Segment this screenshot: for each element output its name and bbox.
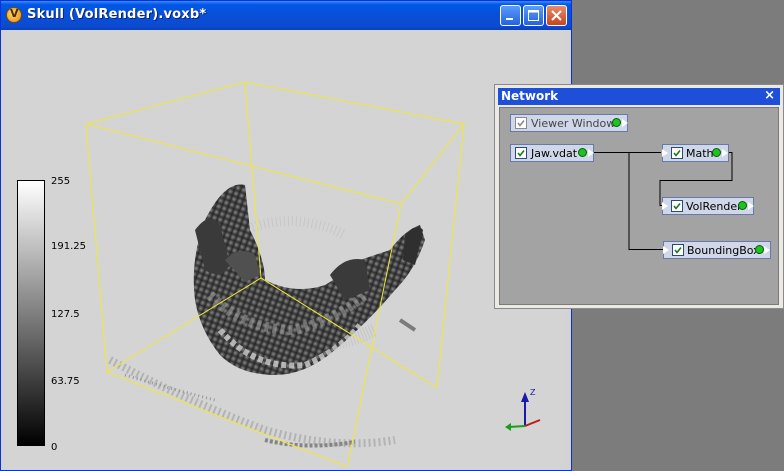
output-port-icon[interactable] <box>738 201 747 210</box>
maximize-icon <box>528 10 539 21</box>
node-checkbox[interactable] <box>671 147 683 159</box>
node-label: Math <box>686 147 714 160</box>
checkmark-icon <box>673 150 681 157</box>
node-viewer-window[interactable]: Viewer Window <box>510 114 628 132</box>
output-port-icon[interactable] <box>712 148 721 157</box>
node-volrender[interactable]: VolRender <box>661 197 754 215</box>
node-label: VolRender <box>686 200 742 213</box>
node-label: BoundingBox <box>687 244 760 257</box>
input-port-icon[interactable] <box>661 201 668 211</box>
volume-render: Z <box>85 81 541 468</box>
node-boundingbox[interactable]: BoundingBox <box>662 241 771 259</box>
colorbar-label-max: 255 <box>51 176 71 187</box>
colorbar-label-min: 0 <box>51 442 58 453</box>
node-checkbox[interactable] <box>672 244 684 256</box>
node-jaw-vdat[interactable]: Jaw.vdat <box>510 144 594 162</box>
network-title: Network <box>501 89 559 103</box>
output-port-icon[interactable] <box>755 245 764 254</box>
axis-triad <box>505 392 541 431</box>
node-math[interactable]: Math <box>661 144 729 162</box>
colorbar <box>17 180 45 446</box>
network-panel: Network × Viewer Window Jaw.vdat Math Vo… <box>494 84 784 309</box>
colorbar-label-q1: 63.75 <box>51 376 80 387</box>
minimize-icon <box>506 18 513 20</box>
window-title: Skull (VolRender).voxb* <box>27 7 207 22</box>
node-checkbox[interactable] <box>515 117 527 129</box>
render-viewport[interactable]: Z 255 191.25 127.5 63.75 0 <box>5 30 567 468</box>
close-button[interactable] <box>546 5 567 26</box>
z-axis-label: Z <box>530 388 536 397</box>
app-icon[interactable] <box>6 7 22 23</box>
node-checkbox[interactable] <box>671 200 683 212</box>
input-port-icon[interactable] <box>662 245 669 255</box>
minimize-button[interactable] <box>500 5 521 26</box>
output-port-icon[interactable] <box>578 148 587 157</box>
title-bar[interactable]: Skull (VolRender).voxb* <box>1 1 571 30</box>
node-label: Viewer Window <box>531 117 616 130</box>
network-title-bar[interactable]: Network × <box>498 88 780 105</box>
colorbar-label-q3: 191.25 <box>51 241 86 252</box>
checkmark-icon <box>517 150 525 157</box>
port-arrow-icon <box>763 245 770 255</box>
close-icon <box>551 10 562 21</box>
port-arrow-icon <box>587 148 594 158</box>
input-port-icon[interactable] <box>661 148 668 158</box>
port-arrow-icon <box>747 201 754 211</box>
checkmark-icon <box>673 203 681 210</box>
checkmark-icon <box>674 247 682 254</box>
network-canvas[interactable]: Viewer Window Jaw.vdat Math VolRender Bo… <box>499 107 779 305</box>
viewer-window: Skull (VolRender).voxb* <box>0 0 572 471</box>
port-arrow-icon <box>621 118 628 128</box>
output-port-icon[interactable] <box>612 118 621 127</box>
checkmark-icon <box>517 120 525 127</box>
port-arrow-icon <box>721 148 728 158</box>
node-label: Jaw.vdat <box>531 147 578 160</box>
maximize-button[interactable] <box>523 5 544 26</box>
colorbar-label-mid: 127.5 <box>51 309 80 320</box>
jaw-volume <box>193 184 425 375</box>
node-checkbox[interactable] <box>515 147 527 159</box>
network-close-icon[interactable]: × <box>764 88 775 103</box>
